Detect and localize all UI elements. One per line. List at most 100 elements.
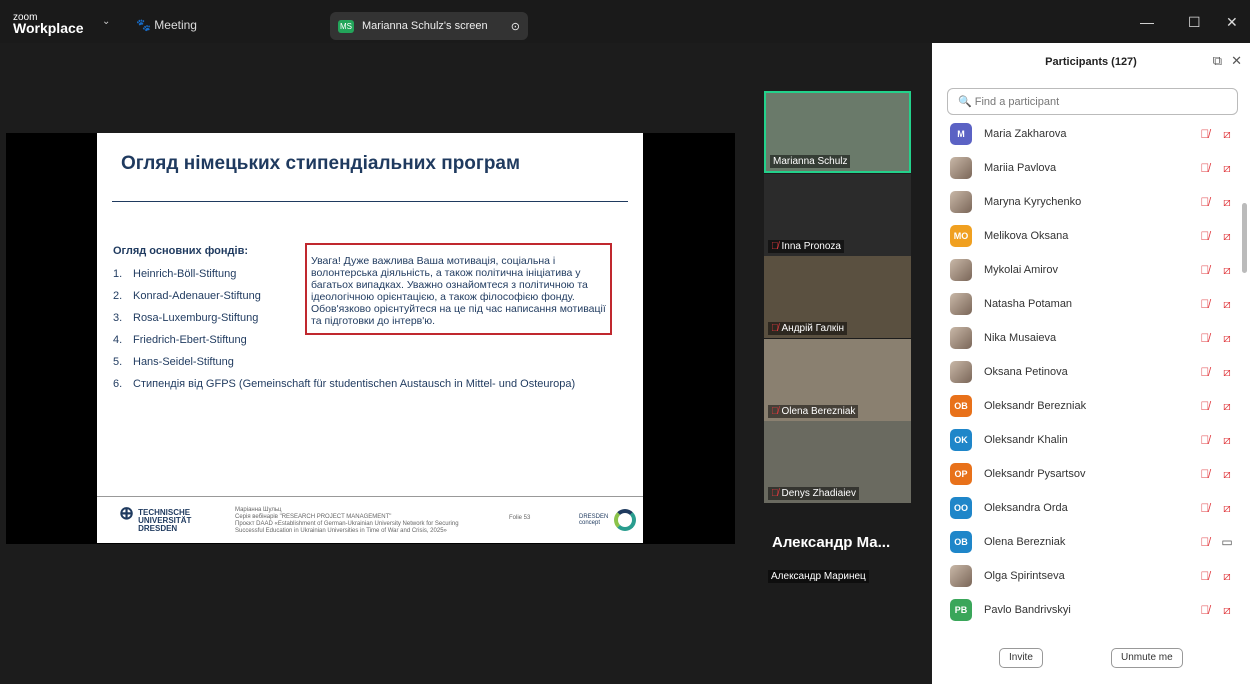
muted-mic-icon[interactable]: 🎙̸ (1194, 501, 1216, 515)
minimize-button[interactable]: — (1140, 14, 1154, 30)
muted-mic-icon[interactable]: 🎙̸ (1194, 399, 1216, 413)
slide-title: Огляд німецьких стипендіальних програм (121, 153, 521, 174)
share-label: Marianna Schulz's screen (362, 20, 488, 32)
tile-name: Marianna Schulz (773, 156, 848, 167)
meeting-menu[interactable]: 🐾 Meeting (136, 18, 197, 32)
avatar: OB (950, 395, 972, 417)
video-off-icon[interactable]: ⧄ (1216, 467, 1238, 482)
meeting-label: Meeting (154, 18, 197, 32)
search-placeholder: Find a participant (974, 96, 1060, 108)
muted-mic-icon[interactable]: 🎙̸ (1194, 297, 1216, 311)
item-number: 4. (113, 334, 123, 346)
more-icon[interactable]: ⊙ (511, 20, 520, 33)
participant-name: Oleksandr Pysartsov (984, 468, 1086, 480)
video-tile[interactable]: Marianna Schulz (764, 91, 911, 173)
participant-row[interactable]: Mykolai Amirov 🎙̸ ⧄ (932, 253, 1238, 287)
video-off-icon[interactable]: ⧄ (1216, 331, 1238, 346)
item-text: Friedrich-Ebert-Stiftung (133, 334, 247, 346)
participant-row[interactable]: M Maria Zakharova 🎙̸ ⧄ (932, 117, 1238, 151)
footer-line: Серія вебінарів "RESEARCH PROJECT MANAGE… (235, 514, 392, 520)
close-panel-icon[interactable]: ✕ (1231, 53, 1242, 69)
avatar: OB (950, 531, 972, 553)
muted-mic-icon[interactable]: 🎙̸ (1194, 467, 1216, 481)
close-button[interactable]: ✕ (1226, 14, 1238, 31)
video-tile[interactable]: 🎙̸ Inna Pronoza (764, 174, 911, 256)
item-number: 5. (113, 356, 123, 368)
muted-mic-icon[interactable]: 🎙̸ (1194, 331, 1216, 345)
participant-search-input[interactable]: 🔍 Find a participant (947, 88, 1238, 115)
participant-row[interactable]: Mariia Pavlova 🎙̸ ⧄ (932, 151, 1238, 185)
video-off-icon[interactable]: ⧄ (1216, 603, 1238, 618)
muted-mic-icon[interactable]: 🎙̸ (1194, 127, 1216, 141)
video-off-icon[interactable]: ⧄ (1216, 161, 1238, 176)
dresden-concept-logo: DRESDEN concept (579, 509, 637, 531)
avatar (950, 293, 972, 315)
participant-row[interactable]: OO Oleksandra Orda 🎙̸ ⧄ (932, 491, 1238, 525)
video-off-icon[interactable]: ⧄ (1216, 297, 1238, 312)
muted-mic-icon[interactable]: 🎙̸ (1194, 263, 1216, 277)
participant-row[interactable]: OB Oleksandr Berezniak 🎙̸ ⧄ (932, 389, 1238, 423)
muted-mic-icon: 🎙̸ (771, 488, 779, 499)
muted-mic-icon[interactable]: 🎙̸ (1194, 603, 1216, 617)
item-text: Hans-Seidel-Stiftung (133, 356, 234, 368)
participant-name: Oleksandra Orda (984, 502, 1068, 514)
tile-name-label: Marianna Schulz (770, 155, 851, 168)
pop-out-icon[interactable]: ⧉ (1213, 53, 1222, 69)
participant-name-large: Александр Ма... (772, 534, 891, 551)
tile-name-label: 🎙̸ Inna Pronoza (768, 240, 844, 253)
muted-mic-icon[interactable]: 🎙̸ (1194, 569, 1216, 583)
video-off-icon[interactable]: ⧄ (1216, 399, 1238, 414)
item-text: Стипендія від GFPS (Gemeinschaft für stu… (133, 378, 576, 390)
item-number: 3. (113, 312, 123, 324)
invite-button[interactable]: Invite (999, 648, 1043, 668)
participant-row[interactable]: OP Oleksandr Pysartsov 🎙̸ ⧄ (932, 457, 1238, 491)
participant-row[interactable]: MO Melikova Oksana 🎙̸ ⧄ (932, 219, 1238, 253)
video-off-icon[interactable]: ⧄ (1216, 195, 1238, 210)
muted-mic-icon[interactable]: 🎙̸ (1194, 365, 1216, 379)
title-bar: zoom Workplace ⌄ 🐾 Meeting MS Marianna Sch… (0, 0, 1250, 43)
video-tile[interactable]: Александр Ма... Александр Маринец (764, 504, 911, 586)
video-tile[interactable]: 🎙̸ Denys Zhadiaiev (764, 421, 911, 503)
participant-row[interactable]: Olga Spirintseva 🎙̸ ⧄ (932, 559, 1238, 593)
participants-panel: Participants (127) ⧉ ✕ 🔍 Find a particip… (932, 43, 1250, 684)
tile-name: Denys Zhadiaiev (781, 488, 856, 499)
muted-mic-icon[interactable]: 🎙̸ (1194, 229, 1216, 243)
footer-line: Проєкт DAAD «Establishment of German-Ukr… (235, 521, 459, 527)
tile-name: Андрій Галкін (781, 323, 845, 334)
participant-row[interactable]: PB Pavlo Bandrivskyi 🎙̸ ⧄ (932, 593, 1238, 627)
panel-title: Participants (127) (1045, 56, 1137, 68)
video-off-icon[interactable]: ⧄ (1216, 229, 1238, 244)
ring-logo (614, 509, 637, 531)
muted-mic-icon[interactable]: 🎙̸ (1194, 535, 1216, 549)
muted-mic-icon[interactable]: 🎙̸ (1194, 433, 1216, 447)
participant-row[interactable]: Nika Musaieva 🎙̸ ⧄ (932, 321, 1238, 355)
zoom-logo: zoom Workplace (13, 12, 84, 35)
scrollbar[interactable] (1242, 203, 1247, 273)
screen-share-indicator[interactable]: MS Marianna Schulz's screen ⊙ (330, 12, 528, 40)
participant-row[interactable]: Maryna Kyrychenko 🎙̸ ⧄ (932, 185, 1238, 219)
muted-mic-icon[interactable]: 🎙̸ (1194, 195, 1216, 209)
maximize-button[interactable]: ☐ (1188, 14, 1201, 31)
muted-mic-icon[interactable]: 🎙̸ (1194, 161, 1216, 175)
muted-mic-icon: 🎙̸ (771, 241, 779, 252)
participant-row[interactable]: OK Oleksandr Khalin 🎙̸ ⧄ (932, 423, 1238, 457)
slide-number: Folie 53 (509, 515, 531, 521)
video-off-icon[interactable]: ⧄ (1216, 433, 1238, 448)
video-off-icon[interactable]: ⧄ (1216, 127, 1238, 142)
participant-row[interactable]: OB Olena Berezniak 🎙̸ ▭ (932, 525, 1238, 559)
video-icon[interactable]: ▭ (1216, 535, 1238, 549)
video-off-icon[interactable]: ⧄ (1216, 365, 1238, 380)
footer-text: Маріанна Шульц Серія вебінарів "RESEARCH … (235, 507, 459, 535)
participant-name: Oksana Petinova (984, 366, 1068, 378)
video-off-icon[interactable]: ⧄ (1216, 501, 1238, 516)
video-off-icon[interactable]: ⧄ (1216, 263, 1238, 278)
chevron-down-icon[interactable]: ⌄ (102, 16, 110, 27)
video-tile[interactable]: 🎙̸ Olena Berezniak (764, 339, 911, 421)
participant-row[interactable]: Oksana Petinova 🎙̸ ⧄ (932, 355, 1238, 389)
unmute-button[interactable]: Unmute me (1111, 648, 1183, 668)
foundation-item: 6. Стипендія від GFPS (Gemeinschaft für s… (113, 378, 575, 400)
video-tile[interactable]: 🎙̸ Андрій Галкін (764, 256, 911, 338)
avatar (950, 565, 972, 587)
participant-row[interactable]: Natasha Potaman 🎙̸ ⧄ (932, 287, 1238, 321)
video-off-icon[interactable]: ⧄ (1216, 569, 1238, 584)
